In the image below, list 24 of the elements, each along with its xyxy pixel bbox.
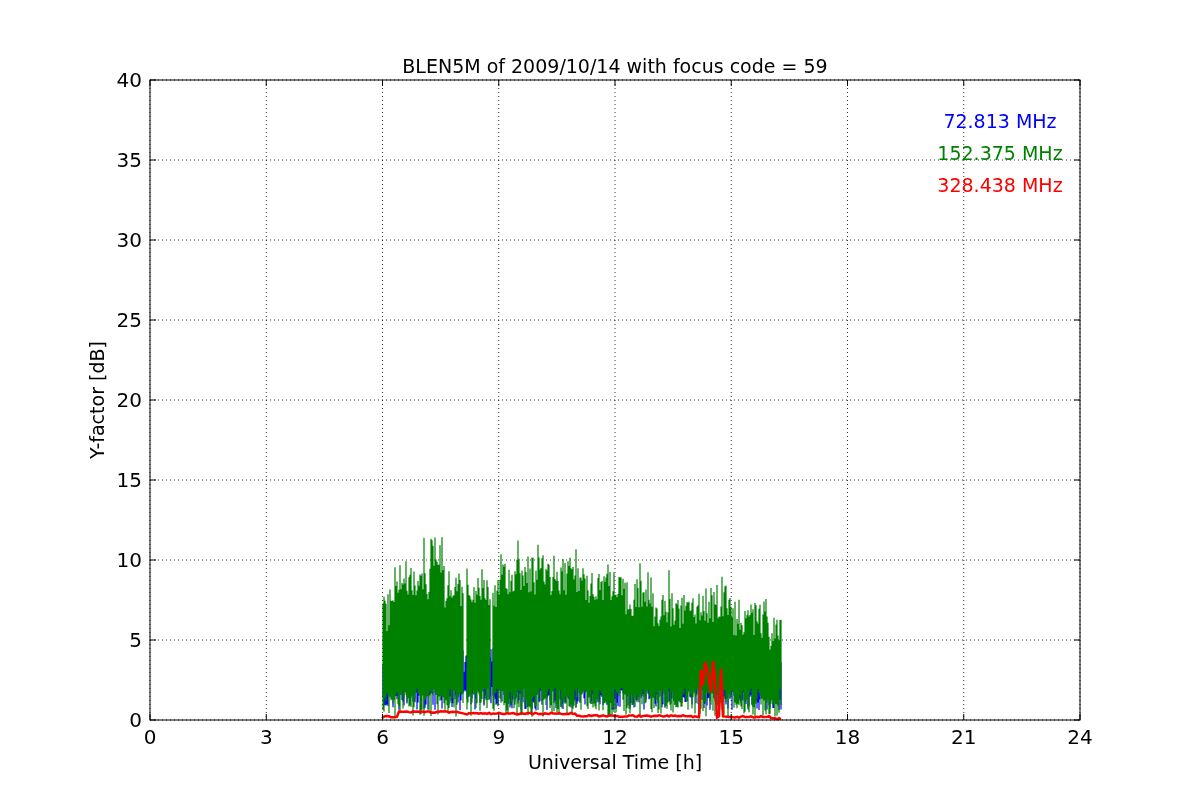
- tick-label: 10: [116, 548, 142, 572]
- axis-label: Y-factor [dB]: [86, 341, 108, 459]
- chart-title: BLEN5M of 2009/10/14 with focus code = 59: [402, 55, 828, 77]
- tick-label: 3: [259, 725, 273, 749]
- legend-label: 328.438 MHz: [937, 174, 1063, 196]
- tick-label: 21: [951, 725, 977, 749]
- tick-label: 9: [492, 725, 506, 749]
- tick-label: 15: [718, 725, 744, 749]
- tick-label: 30: [116, 228, 142, 252]
- tick-label: 15: [116, 468, 142, 492]
- tick-label: 20: [116, 388, 142, 412]
- tick-label: 0: [129, 708, 142, 732]
- legend-label: 72.813 MHz: [943, 110, 1057, 132]
- tick-label: 35: [116, 148, 142, 172]
- tick-label: 0: [143, 725, 157, 749]
- tick-label: 6: [376, 725, 389, 749]
- tick-label: 25: [116, 308, 142, 332]
- tick-label: 24: [1067, 725, 1093, 749]
- tick-label: 18: [834, 725, 861, 749]
- axis-label: Universal Time [h]: [527, 751, 703, 773]
- legend-label: 152.375 MHz: [937, 142, 1063, 164]
- tick-label: 5: [129, 628, 142, 652]
- tick-label: 12: [602, 725, 628, 749]
- tick-label: 40: [116, 68, 142, 92]
